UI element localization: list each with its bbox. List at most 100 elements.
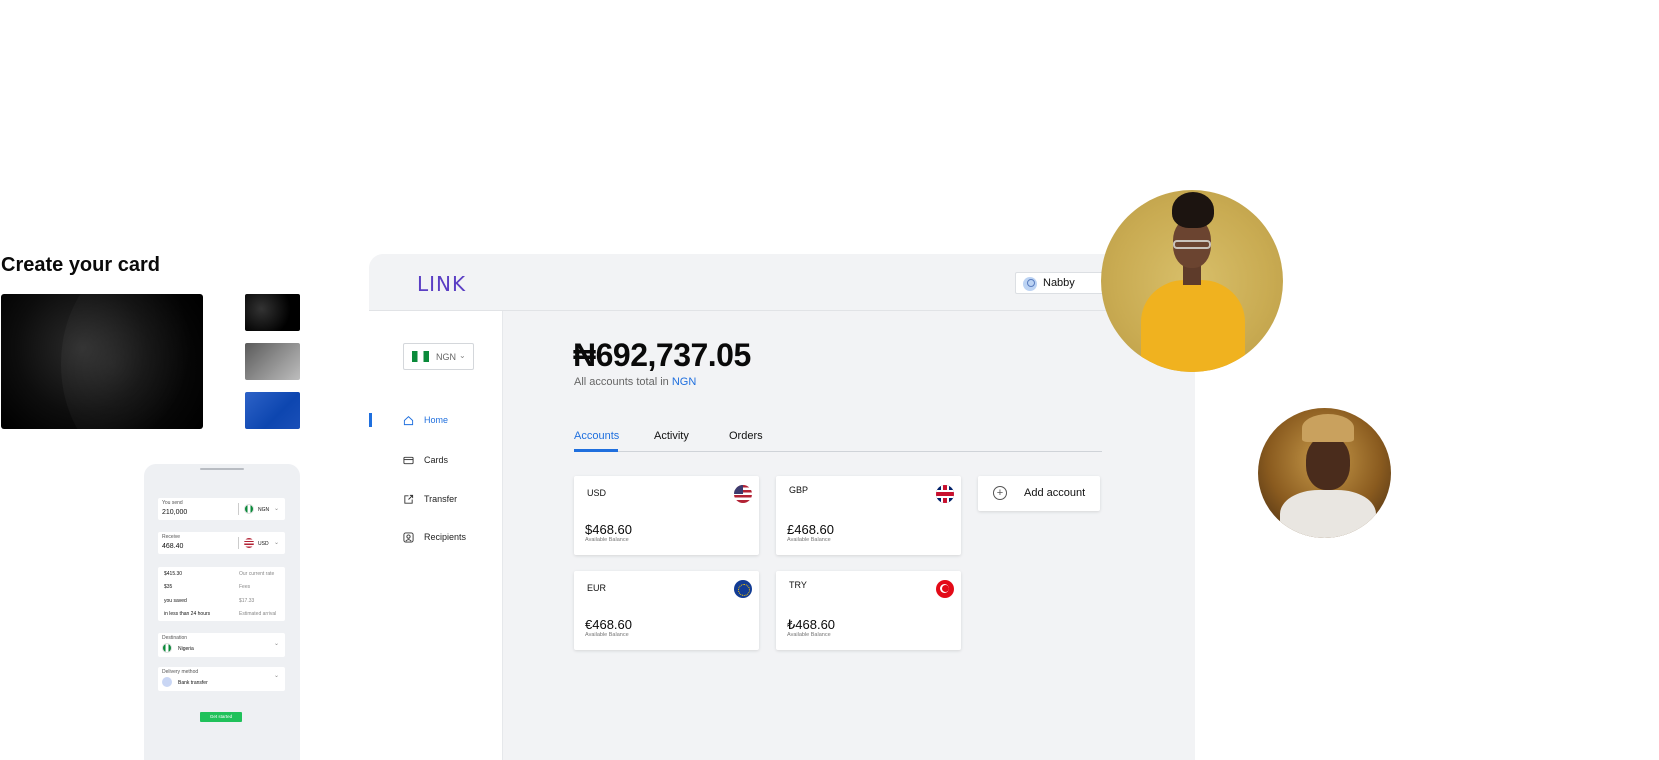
balance-subtitle-text: All accounts total in (574, 376, 672, 388)
portrait-glasses (1173, 240, 1211, 249)
user-name: Nabby (1043, 277, 1075, 289)
portrait-cap (1302, 414, 1354, 442)
you-send-field[interactable]: You send 210,000 NGN ⌄ (158, 498, 285, 520)
portrait-body (1280, 490, 1376, 538)
phone-notch (200, 468, 244, 470)
sidebar-item-label: Cards (424, 455, 449, 465)
field-divider (238, 537, 239, 549)
phone-mockup: You send 210,000 NGN ⌄ Receive 468.40 US… (144, 464, 300, 760)
card-style-blue[interactable] (245, 392, 300, 429)
receive-value: 468.40 (162, 543, 184, 550)
destination-label: Destination (162, 635, 188, 641)
portrait-neck (1183, 265, 1201, 285)
tab-activity[interactable]: Activity (654, 430, 689, 442)
tab-accounts[interactable]: Accounts (574, 430, 619, 442)
you-send-label: You send (162, 500, 183, 506)
account-currency: TRY (789, 580, 807, 590)
man-portrait-photo (1258, 408, 1391, 538)
chevron-down-icon: ⌄ (459, 351, 466, 360)
destination-value: Nigeria (178, 646, 194, 652)
account-card-try[interactable]: TRY ₺468.60 Available Balance (776, 571, 961, 650)
tab-orders[interactable]: Orders (729, 430, 763, 442)
card-icon (403, 456, 414, 465)
active-tab-indicator (574, 449, 618, 452)
card-style-gray[interactable] (245, 343, 300, 380)
sidebar-item-label: Home (424, 415, 449, 425)
account-card-eur[interactable]: EUR €468.60 Available Balance (574, 571, 759, 650)
receive-currency[interactable]: USD (258, 541, 269, 547)
balance-currency-link[interactable]: NGN (672, 376, 696, 388)
bank-icon (162, 677, 172, 687)
transfer-icon (404, 494, 414, 504)
receive-field[interactable]: Receive 468.40 USD ⌄ (158, 532, 285, 554)
portrait-hair (1172, 192, 1214, 228)
plus-circle-icon: + (993, 486, 1007, 500)
nigeria-flag-icon (244, 504, 254, 514)
dashboard-window: LINK Nabby NGN ⌄ Home Cards Transfer Rec… (369, 254, 1195, 760)
account-amount: $468.60 (585, 522, 632, 537)
rate-label: Our current rate (239, 571, 275, 577)
chevron-down-icon[interactable]: ⌄ (274, 505, 279, 512)
nigeria-flag-icon (412, 351, 429, 362)
add-account-label: Add account (1024, 487, 1086, 499)
card-style-black[interactable] (245, 294, 300, 331)
saved-label: you saved (164, 598, 187, 604)
card-preview (1, 294, 203, 429)
account-amount: ₺468.60 (787, 617, 836, 632)
user-menu[interactable]: Nabby (1015, 272, 1115, 294)
home-icon (403, 416, 414, 426)
sidebar-item-cards[interactable]: Cards (403, 453, 493, 469)
currency-selector-label: NGN (436, 352, 456, 362)
account-card-usd[interactable]: USD $468.60 Available Balance (574, 476, 759, 555)
dashboard-header: LINK Nabby (369, 254, 1195, 311)
account-available-label: Available Balance (585, 537, 629, 543)
link-logo[interactable]: LINK (417, 272, 466, 296)
total-balance: ₦692,737.05 (573, 337, 751, 373)
delivery-value: Bank transfer (178, 680, 208, 686)
delivery-label: Delivery method (162, 669, 199, 675)
chevron-down-icon[interactable]: ⌄ (274, 640, 279, 647)
sidebar-item-label: Transfer (424, 494, 458, 504)
chevron-down-icon[interactable]: ⌄ (274, 539, 279, 546)
field-divider (238, 503, 239, 515)
account-tabs: Accounts Activity Orders (574, 430, 1102, 452)
chevron-down-icon[interactable]: ⌄ (274, 672, 279, 679)
account-amount: €468.60 (585, 617, 632, 632)
get-started-button[interactable]: Get started (200, 712, 242, 722)
sidebar-item-recipients[interactable]: Recipients (403, 530, 493, 546)
account-card-gbp[interactable]: GBP £468.60 Available Balance (776, 476, 961, 555)
nigeria-flag-icon (162, 643, 172, 653)
you-send-value: 210,000 (162, 509, 188, 516)
us-flag-icon (734, 485, 752, 503)
currency-selector[interactable]: NGN ⌄ (403, 343, 474, 370)
sidebar: NGN ⌄ Home Cards Transfer Recipients (369, 311, 503, 760)
arrival-label: Estimated arrival (239, 611, 277, 617)
us-flag-icon (244, 538, 254, 548)
sidebar-item-home[interactable]: Home (403, 413, 493, 429)
add-account-button[interactable]: + Add account (978, 476, 1100, 511)
portrait-shirt (1141, 280, 1245, 372)
saved-value: $17.33 (239, 598, 255, 604)
eu-flag-icon (734, 580, 752, 598)
account-currency: EUR (587, 583, 607, 593)
turkey-flag-icon (936, 580, 954, 598)
portrait-face (1306, 436, 1350, 490)
woman-portrait-photo (1101, 190, 1283, 372)
receive-label: Receive (162, 534, 181, 540)
delivery-method-field[interactable]: Delivery method Bank transfer ⌄ (158, 667, 285, 691)
account-currency: GBP (789, 485, 809, 495)
you-send-currency[interactable]: NGN (258, 507, 269, 513)
fees-value: $35 (164, 584, 173, 590)
account-available-label: Available Balance (585, 632, 629, 638)
rate-value: $415.30 (164, 571, 183, 577)
account-amount: £468.60 (787, 522, 834, 537)
sidebar-item-transfer[interactable]: Transfer (403, 492, 493, 508)
recipients-icon (403, 532, 414, 543)
destination-field[interactable]: Destination Nigeria ⌄ (158, 633, 285, 657)
balance-subtitle: All accounts total in NGN (574, 376, 696, 388)
account-available-label: Available Balance (787, 632, 831, 638)
fees-label: Fees (239, 584, 251, 590)
arrival-value: in less than 24 hours (164, 611, 211, 617)
rate-summary: $415.30 Our current rate $35 Fees you sa… (158, 567, 285, 621)
active-nav-indicator (369, 413, 372, 427)
